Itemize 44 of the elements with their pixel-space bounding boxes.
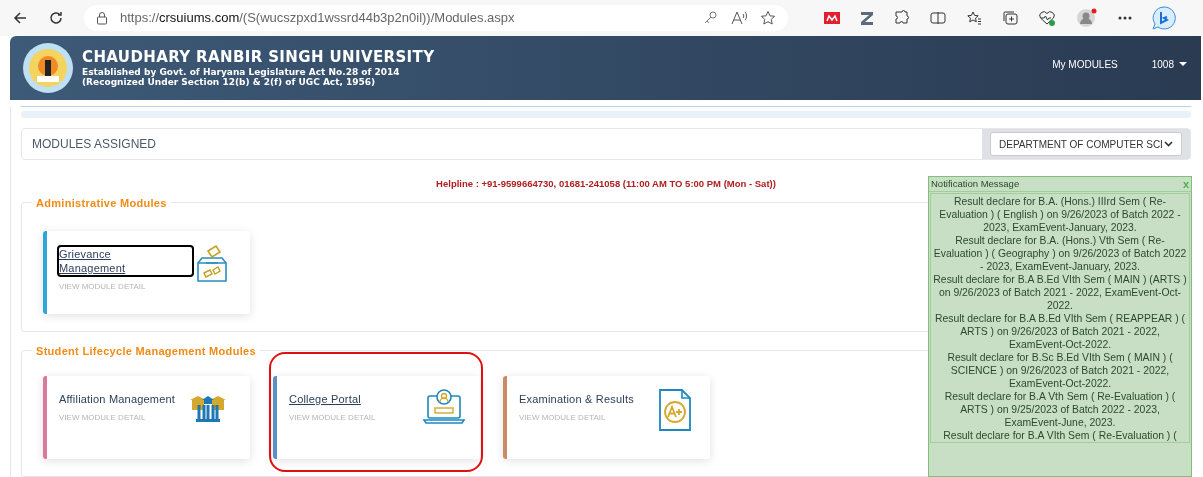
user-menu[interactable]: 1008 xyxy=(1151,56,1187,72)
health-icon[interactable] xyxy=(1038,10,1056,26)
lock-icon xyxy=(96,11,108,25)
read-aloud-icon[interactable] xyxy=(730,10,748,26)
notification-message: Result declare for B.A B.Ed VIth Sem ( MAIN ) (ARTS ) on 9/26/2023 of Batch 2021 - 2022, ExamEvent-Oct-2022. xyxy=(932,273,1188,312)
notification-message: Result declare for B.A. (Hons.) IIIrd Sem ( Re-Evaluation ) ( English ) on 9/26/2023 of Batch 2022 - 2023, ExamEvent-January, 2023. xyxy=(938,195,1182,234)
url-text: https://crsuiums.com/(S(wucszpxd1wssrd44b3p2n0il))/Modules.aspx xyxy=(120,9,516,28)
module-title-link[interactable]: Affiliation Management xyxy=(59,392,176,406)
university-subtitle: Established by Govt. of Haryana Legislature Act No.28 of 2014 xyxy=(82,67,401,77)
module-title-link[interactable]: Examination & Results xyxy=(519,392,634,406)
notification-message: Result declare for B.A VIth Sem ( Re-Evaluation ) ( xyxy=(942,429,1178,442)
address-bar[interactable]: https://crsuiums.com/(S(wucszpxd1wssrd44b3p2n0il))/Modules.aspx xyxy=(84,5,788,31)
helpline-text: Helpline : +91-9599664730, 01681-241058 (11:00 AM TO 5:00 PM (Mon - Sat)) xyxy=(436,178,776,189)
profile-icon[interactable] xyxy=(1076,8,1098,28)
module-title-link[interactable]: Grievance Management xyxy=(59,247,192,275)
collections-icon[interactable] xyxy=(1002,10,1018,26)
university-logo-icon xyxy=(22,42,74,94)
key-icon[interactable] xyxy=(702,10,718,26)
module-card[interactable]: College Portal VIEW MODULE DETAIL xyxy=(273,376,480,459)
module-card[interactable]: Examination & Results VIEW MODULE DETAIL xyxy=(503,376,710,459)
university-subtitle: (Recognized Under Section 12(b) & 2(f) of UGC Act, 1956) xyxy=(82,77,377,87)
extension-icon[interactable] xyxy=(824,12,840,24)
back-icon[interactable] xyxy=(12,10,28,26)
notification-message: Result declare for B.Sc B.Ed VIth Sem ( MAIN ) ( SCIENCE ) on 9/26/2023 of Batch 2021 - 2022, ExamEvent-Oct-2022. xyxy=(946,351,1174,390)
z-extension-icon[interactable] xyxy=(860,11,874,25)
university-name: CHAUDHARY RANBIR SINGH UNIVERSITY xyxy=(82,49,435,65)
module-card[interactable]: Affiliation Management VIEW MODULE DETAIL xyxy=(43,376,250,459)
department-dropdown[interactable]: DEPARTMENT OF COMPUTER SCI xyxy=(990,132,1182,156)
chat-icon[interactable] xyxy=(1152,6,1176,30)
reload-icon[interactable] xyxy=(48,10,64,26)
notification-message: Result declare for B.A. (Hons.) Vth Sem ( Re-Evaluation ) ( Geography ) on 9/26/2023 of Batch 2022 - 2023, ExamEvent-January, 2023. xyxy=(932,234,1188,273)
puzzle-icon[interactable] xyxy=(894,10,910,26)
favorites-icon[interactable] xyxy=(966,10,982,26)
notification-title: Notification Message xyxy=(931,177,1020,191)
notification-message: Result declare for B.A B.Ed VIth Sem ( REAPPEAR ) ( ARTS ) on 9/26/2023 of Batch 2021 - 2022, ExamEvent-Oct-2022. xyxy=(933,312,1186,351)
module-card[interactable]: Grievance Management VIEW MODULE DETAIL xyxy=(43,231,250,314)
chevron-down-icon xyxy=(1164,141,1173,147)
nav-link[interactable]: My MODULES xyxy=(1052,56,1118,72)
star-icon[interactable] xyxy=(760,10,776,26)
module-title-link[interactable]: College Portal xyxy=(289,392,361,406)
split-screen-icon[interactable] xyxy=(930,11,946,25)
page-heading: MODULES ASSIGNED xyxy=(32,136,157,153)
more-icon[interactable] xyxy=(1118,16,1132,20)
notification-message: Result declare for B.A Vth Sem ( Re-Evaluation ) ( ARTS ) on 9/25/2023 of Batch 2022 - 2023, ExamEvent-June, 2023. xyxy=(943,390,1177,429)
